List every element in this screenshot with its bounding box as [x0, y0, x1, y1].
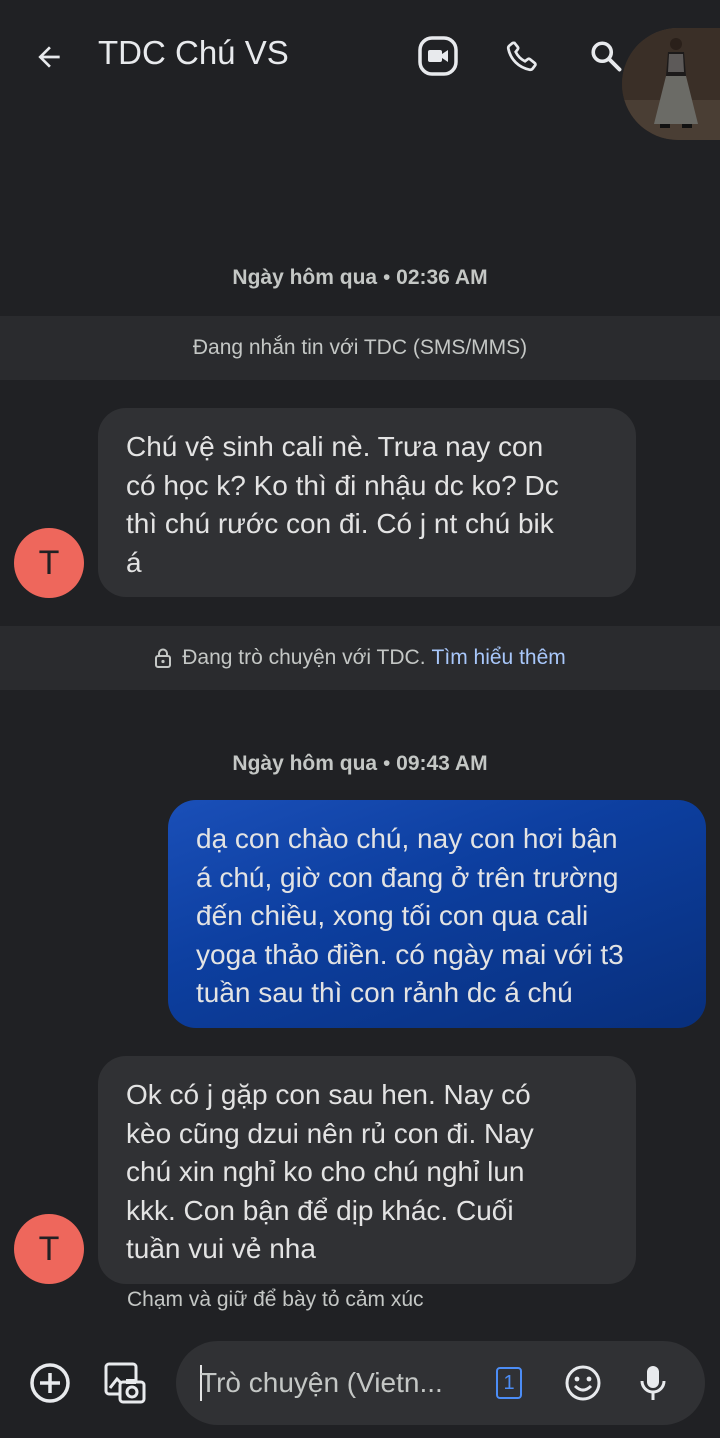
video-call-button[interactable] — [416, 34, 460, 78]
timestamp-day: Ngày hôm qua — [232, 266, 378, 289]
message-line: kkk. Con bận để dịp khác. Cuối — [126, 1194, 514, 1226]
message-line: kèo cũng dzui nên rủ con đi. Nay — [126, 1117, 534, 1149]
back-button[interactable] — [28, 36, 70, 78]
learn-more-link[interactable]: Tìm hiểu thêm — [432, 646, 566, 670]
top-app-bar: TDC Chú VS — [0, 0, 720, 140]
timestamp-day: Ngày hôm qua — [232, 752, 378, 775]
message-line: chú xin nghỉ ko cho chú nghỉ lun — [126, 1156, 525, 1187]
add-circle-icon — [30, 1363, 70, 1403]
emoji-icon — [565, 1365, 601, 1401]
message-line: có học k? Ko thì đi nhậu dc ko? Dc — [126, 469, 559, 501]
message-line: á chú, giờ con đang ở trên trường — [196, 861, 619, 893]
avatar-initial: T — [38, 1229, 60, 1268]
voice-input-button[interactable] — [628, 1358, 678, 1408]
sms-mode-banner: Đang nhắn tin với TDC (SMS/MMS) — [0, 316, 720, 380]
incoming-message[interactable]: Ok có j gặp con sau hen. Nay có kèo cũng… — [98, 1056, 636, 1284]
sms-banner-text: Đang nhắn tin với TDC (SMS/MMS) — [192, 336, 528, 359]
emoji-button[interactable] — [558, 1358, 608, 1408]
chat-banner-text: Đang trò chuyện với TDC. — [182, 646, 426, 669]
timestamp-separator: • — [377, 752, 397, 775]
microphone-icon — [640, 1366, 666, 1400]
arrow-back-icon — [38, 46, 60, 68]
timestamp-divider: Ngày hôm qua • 09:43 AM — [0, 752, 720, 776]
message-line: Ok có j gặp con sau hen. Nay có — [126, 1079, 531, 1110]
contact-avatar[interactable]: T — [14, 1214, 84, 1284]
avatar-initial: T — [38, 543, 60, 582]
reaction-hint: Chạm và giữ để bày tỏ cảm xúc — [127, 1288, 424, 1311]
conversation-title: TDC Chú VS — [98, 34, 289, 71]
message-composer[interactable]: 1 — [176, 1341, 705, 1425]
message-line: Chú vệ sinh cali nè. Trưa nay con — [126, 431, 544, 462]
message-input[interactable] — [200, 1363, 470, 1403]
timestamp-time: 09:43 AM — [396, 752, 488, 775]
phone-call-button[interactable] — [500, 34, 544, 78]
chat-mode-banner: Đang trò chuyện với TDC. Tìm hiểu thêm — [0, 626, 720, 690]
gallery-camera-icon — [104, 1362, 146, 1404]
message-line: á — [126, 546, 142, 578]
gallery-button[interactable] — [100, 1358, 150, 1408]
sim-selector[interactable]: 1 — [496, 1367, 522, 1399]
message-line: yoga thảo điền. có ngày mai với t3 — [196, 938, 624, 970]
incoming-message[interactable]: Chú vệ sinh cali nè. Trưa nay con có học… — [98, 408, 636, 597]
timestamp-separator: • — [377, 266, 397, 289]
message-line: dạ con chào chú, nay con hơi bận — [196, 823, 618, 854]
timestamp-divider: Ngày hôm qua • 02:36 AM — [0, 266, 720, 290]
timestamp-time: 02:36 AM — [396, 266, 488, 289]
outgoing-message[interactable]: dạ con chào chú, nay con hơi bận á chú, … — [168, 800, 706, 1028]
message-line: thì chú rước con đi. Có j nt chú bik — [126, 508, 554, 539]
person-photo-icon — [622, 28, 720, 140]
attach-button[interactable] — [25, 1358, 75, 1408]
messages-screen: TDC Chú VS Ngày hôm qua • 02:36 AM Đang … — [0, 0, 720, 1438]
message-line: tuần sau thì con rảnh dc á chú — [196, 977, 573, 1008]
search-button[interactable] — [584, 34, 628, 78]
search-icon — [591, 41, 622, 72]
phone-icon — [506, 41, 537, 72]
lock-icon — [154, 648, 172, 668]
profile-photo[interactable] — [622, 28, 720, 140]
message-line: đến chiều, xong tối con qua cali — [196, 900, 589, 931]
message-line: tuần vui vẻ nha — [126, 1233, 316, 1264]
contact-avatar[interactable]: T — [14, 528, 84, 598]
video-call-icon — [418, 36, 458, 76]
